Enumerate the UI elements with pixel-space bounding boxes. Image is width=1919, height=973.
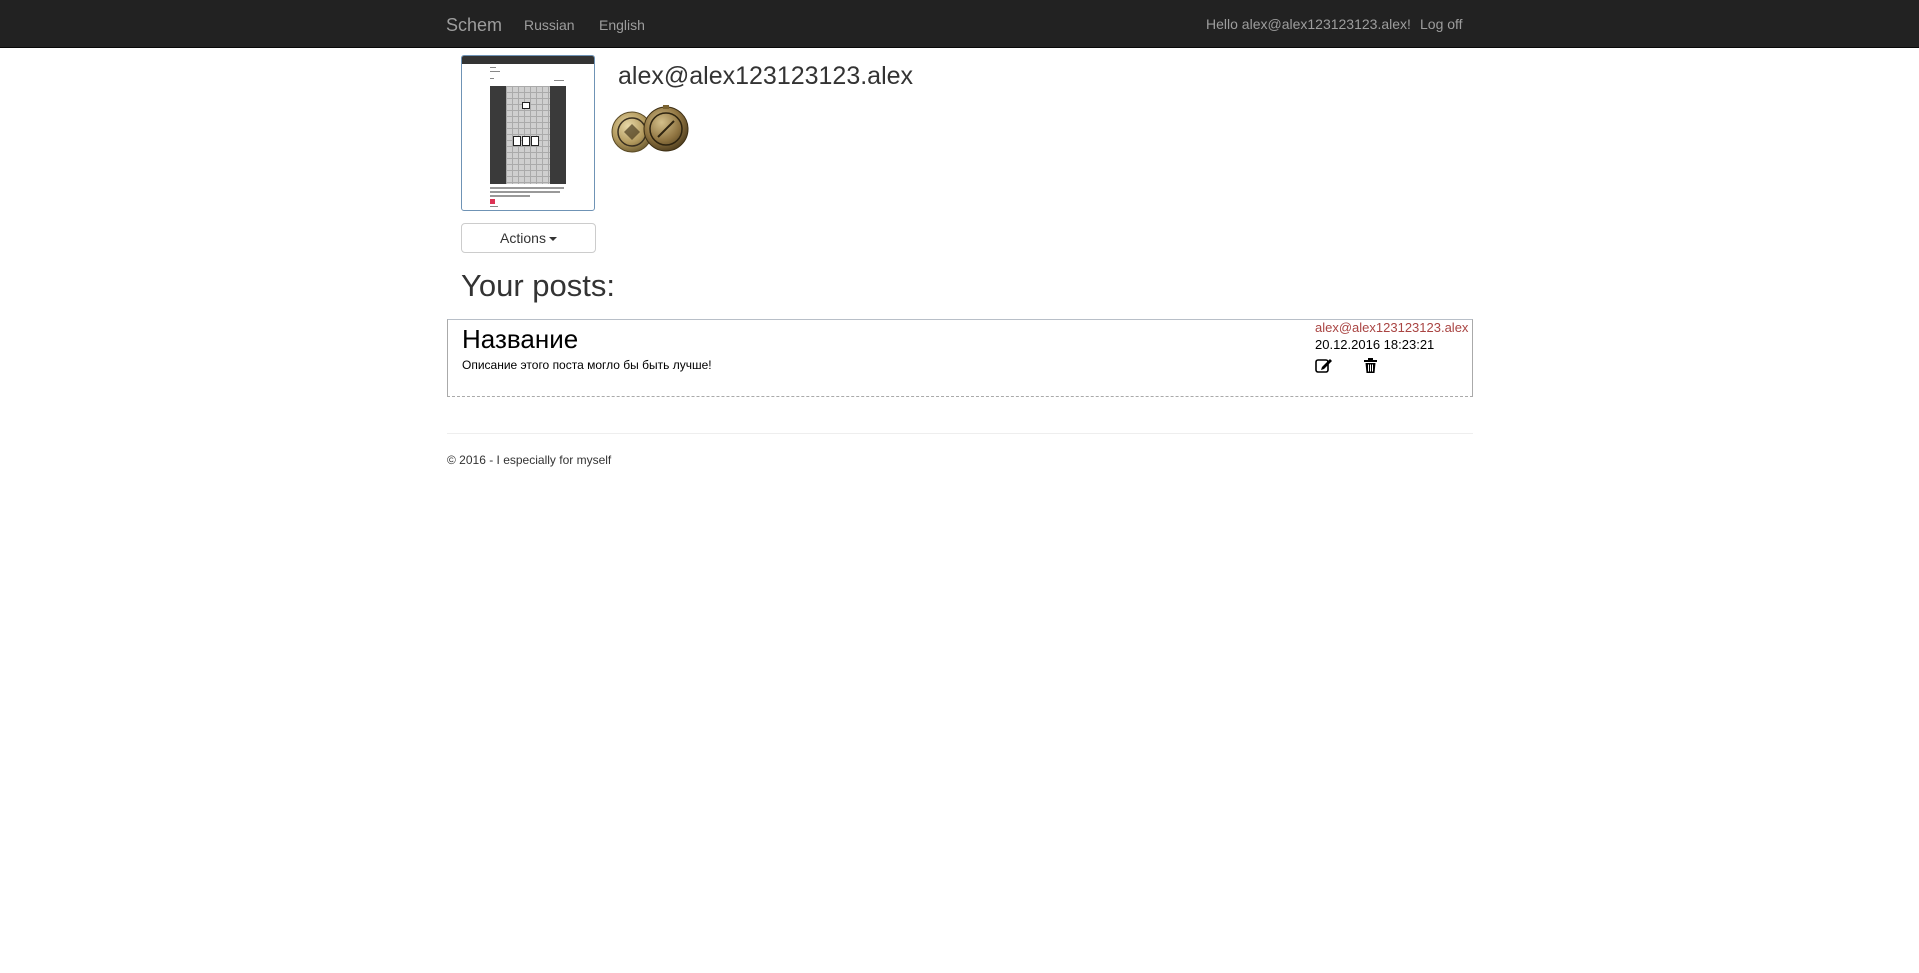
trash-icon[interactable] <box>1364 358 1377 373</box>
avatar <box>461 55 595 211</box>
actions-label: Actions <box>500 230 546 246</box>
edit-icon[interactable] <box>1315 357 1333 373</box>
post-card: Название Описание этого поста могло бы б… <box>447 319 1473 397</box>
brand-link[interactable]: Schem <box>446 15 502 36</box>
avatar-screenshot-text <box>554 80 564 81</box>
post-title[interactable]: Название <box>462 324 578 355</box>
logoff-link[interactable]: Log off <box>1420 16 1463 32</box>
avatar-screenshot-header <box>462 56 594 64</box>
actions-dropdown-button[interactable]: Actions <box>461 223 596 253</box>
posts-section-title: Your posts: <box>461 268 615 303</box>
avatar-screenshot-text <box>490 206 498 207</box>
user-greeting-link[interactable]: Hello alex@alex123123123.alex! <box>1206 16 1411 32</box>
top-navbar: Schem Russian English Hello alex@alex123… <box>0 0 1919 48</box>
avatar-screenshot-icon <box>490 199 495 204</box>
avatar-screenshot-text <box>490 71 500 72</box>
avatar-screenshot-text <box>490 195 530 197</box>
avatar-screenshot-text <box>490 187 564 189</box>
post-description: Описание этого поста могло бы быть лучше… <box>462 358 712 372</box>
post-author-link[interactable]: alex@alex123123123.alex <box>1315 320 1468 335</box>
avatar-screenshot-grid <box>506 86 550 184</box>
footer-copyright: © 2016 - I especially for myself <box>447 453 612 467</box>
avatar-screenshot-node <box>522 102 530 109</box>
avatar-screenshot-text <box>490 78 494 79</box>
language-russian-link[interactable]: Russian <box>524 17 575 33</box>
avatar-screenshot-node <box>513 136 521 146</box>
avatar-screenshot-node <box>531 136 539 146</box>
profile-username: alex@alex123123123.alex <box>618 62 914 90</box>
footer-divider <box>447 433 1473 434</box>
caret-down-icon <box>548 237 557 242</box>
medal-icon <box>611 105 689 153</box>
avatar-screenshot-text <box>490 191 560 193</box>
language-english-link[interactable]: English <box>599 17 645 33</box>
post-date: 20.12.2016 18:23:21 <box>1315 337 1435 352</box>
medals <box>610 104 694 154</box>
avatar-screenshot-text <box>490 67 496 68</box>
avatar-screenshot-node <box>522 136 530 146</box>
